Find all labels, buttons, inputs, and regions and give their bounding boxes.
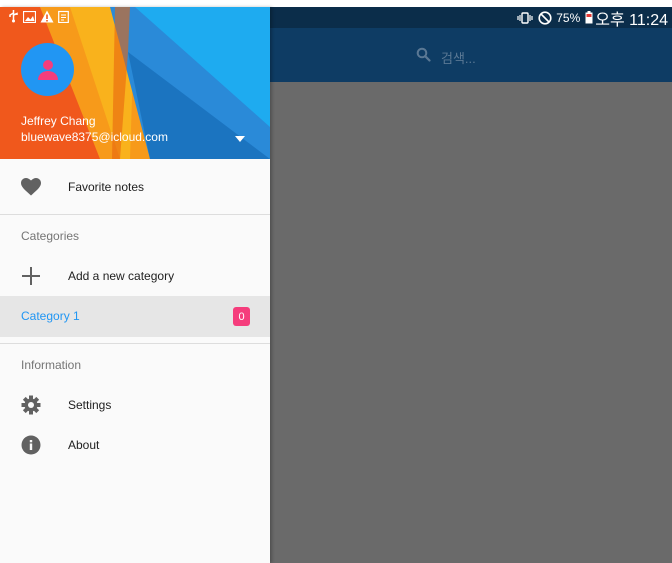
account-dropdown-button[interactable] (232, 134, 248, 144)
dropdown-arrow-icon (235, 136, 245, 142)
divider (0, 214, 270, 215)
plus-icon (20, 265, 42, 287)
favorite-notes-label: Favorite notes (68, 180, 145, 194)
add-category-label: Add a new category (68, 269, 175, 283)
app-bar: 검색... (270, 28, 672, 82)
add-category-item[interactable]: Add a new category (0, 256, 270, 296)
information-heading: Information (21, 358, 82, 372)
navigation-drawer: Jeffrey Chang bluewave8375@icloud.com Fa… (0, 7, 270, 563)
status-left-icons (8, 9, 69, 28)
categories-heading: Categories (21, 229, 80, 243)
category-count-badge: 0 (233, 307, 250, 326)
usb-icon (8, 9, 19, 28)
status-bar: 75% 오후 11:24 (270, 7, 672, 29)
search-input[interactable]: 검색... (441, 48, 476, 67)
category-label: Category 1 (21, 309, 80, 323)
about-item[interactable]: About (0, 425, 270, 465)
info-icon (20, 434, 42, 456)
about-label: About (68, 438, 100, 452)
avatar[interactable] (21, 43, 74, 96)
search-icon[interactable] (416, 47, 431, 67)
status-time: 오후 11:24 (595, 11, 668, 29)
vibrate-icon (517, 11, 533, 24)
favorite-notes-item[interactable]: Favorite notes (0, 167, 270, 207)
battery-percent: 75% (556, 10, 581, 25)
clipboard-icon (58, 10, 69, 28)
settings-item[interactable]: Settings (0, 385, 270, 425)
search-bar[interactable]: 검색... (416, 47, 476, 67)
drawer-header: Jeffrey Chang bluewave8375@icloud.com (0, 7, 270, 159)
person-icon (37, 59, 58, 80)
divider (0, 343, 270, 344)
warning-icon (40, 10, 54, 28)
settings-label: Settings (68, 398, 112, 412)
image-icon (22, 10, 37, 28)
content-overlay[interactable] (270, 82, 672, 563)
heart-icon (20, 176, 42, 198)
user-name: Jeffrey Chang (21, 114, 96, 128)
do-not-disturb-icon (538, 10, 552, 25)
category-item[interactable]: Category 1 0 (0, 296, 270, 337)
gear-icon (20, 394, 42, 416)
user-email: bluewave8375@icloud.com (21, 130, 168, 144)
battery-icon (585, 11, 593, 24)
